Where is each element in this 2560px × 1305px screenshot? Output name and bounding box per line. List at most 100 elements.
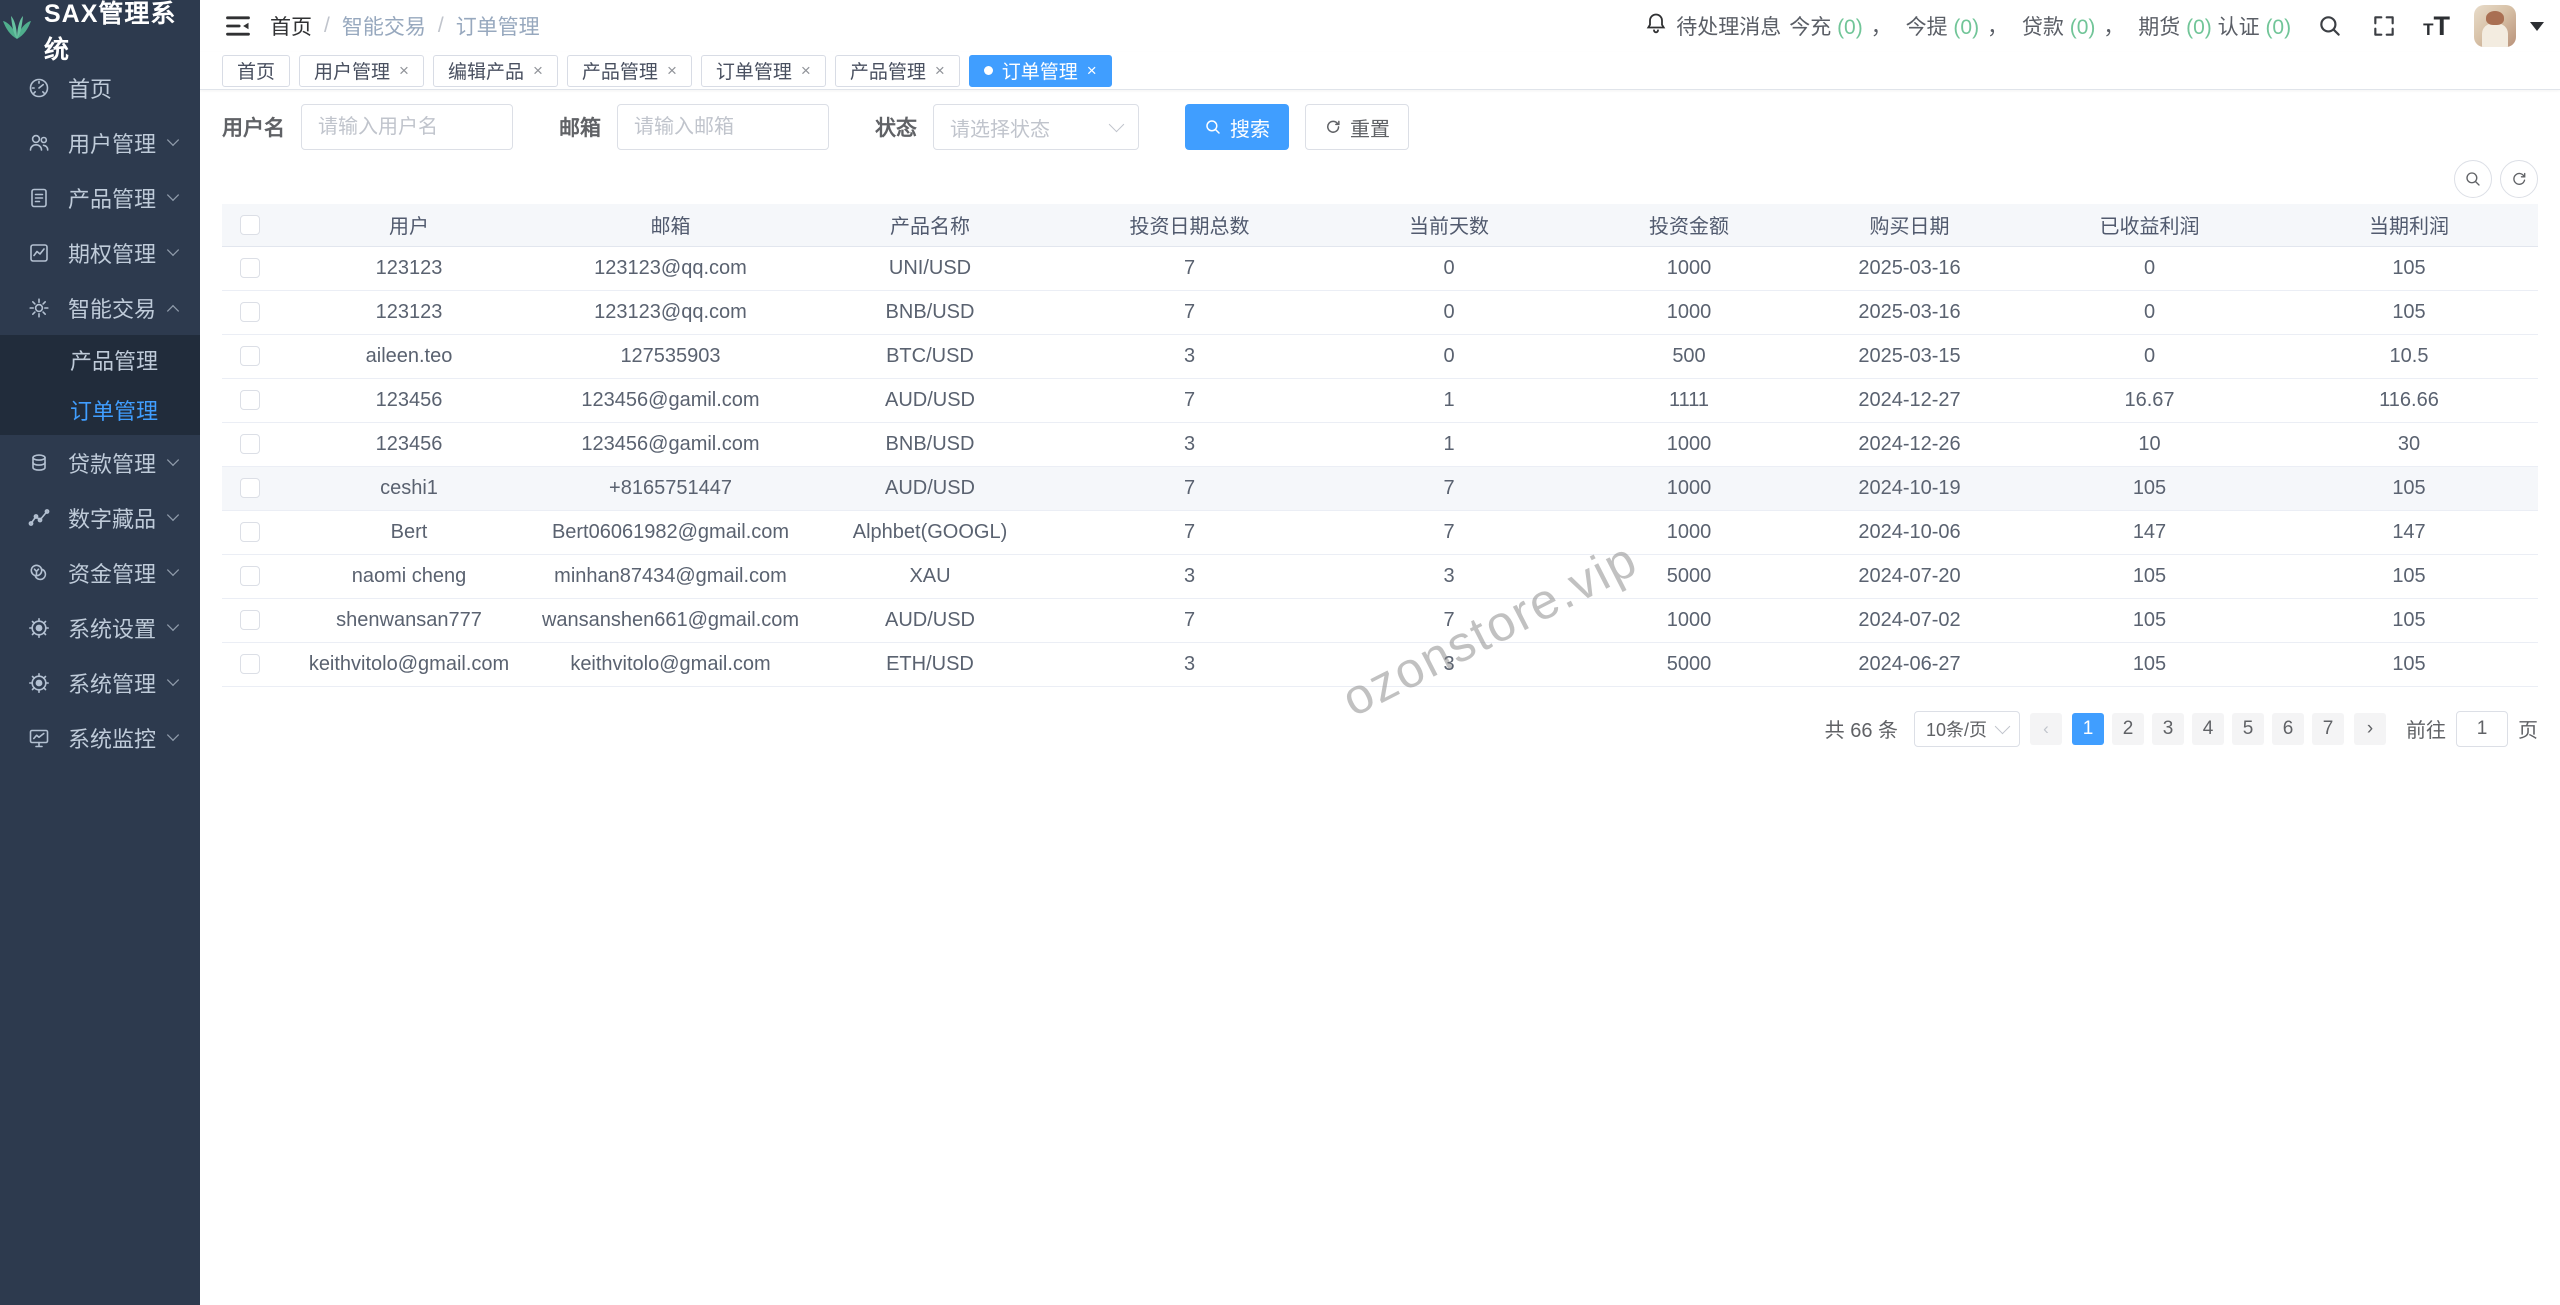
close-icon[interactable]: ×: [533, 62, 543, 79]
toggle-search-button[interactable]: [2454, 160, 2492, 198]
table-row[interactable]: naomi cheng minhan87434@gmail.com XAU 3 3 500…: [222, 554, 2538, 599]
row-checkbox[interactable]: [240, 346, 260, 367]
search-button[interactable]: 搜索: [1185, 104, 1289, 150]
table-row[interactable]: 123456 123456@gamil.com BNB/USD 3 1 1000 2024-…: [222, 422, 2538, 467]
page-button[interactable]: 4: [2192, 712, 2224, 745]
sidebar-item-products[interactable]: 产品管理: [0, 170, 200, 225]
table-row[interactable]: shenwansan777 wansanshen661@gmail.com AUD/…: [222, 598, 2538, 643]
next-page-button[interactable]: ›: [2354, 712, 2386, 745]
table-cell: 0: [2019, 334, 2280, 379]
row-checkbox[interactable]: [240, 302, 260, 323]
breadcrumb-home[interactable]: 首页: [270, 11, 312, 41]
page-button[interactable]: 3: [2152, 712, 2184, 745]
sidebar-item-home[interactable]: 首页: [0, 60, 200, 115]
table-row[interactable]: aileen.teo 127535903 BTC/USD 3 0 500 2025-03-1…: [222, 334, 2538, 379]
sidebar-item-monitor[interactable]: 系统监控: [0, 710, 200, 765]
counter-value: (0): [1837, 16, 1863, 39]
header-checkbox-cell: [222, 204, 278, 247]
counter-label: 今充: [1789, 16, 1838, 39]
sidebar-item-funds[interactable]: 资金管理: [0, 545, 200, 600]
table-cell: 0: [1320, 290, 1578, 335]
tab-order-manage-active[interactable]: 订单管理 ×: [968, 54, 1112, 87]
avatar[interactable]: [2474, 5, 2516, 47]
tab-edit-product[interactable]: 编辑产品 ×: [432, 54, 558, 87]
sidebar-item-settings[interactable]: 系统设置: [0, 600, 200, 655]
sidebar-item-loans[interactable]: 贷款管理: [0, 435, 200, 490]
close-icon[interactable]: ×: [801, 62, 811, 79]
table-cell: 5000: [1578, 554, 1800, 599]
pending-messages: 待处理消息 今充 (0) ， 今提 (0) ， 贷款 (0) ， 期货 (0) 认证 …: [1644, 11, 2291, 41]
row-checkbox[interactable]: [240, 566, 260, 587]
table-row[interactable]: 123456 123456@gamil.com AUD/USD 7 1 1111 2024-…: [222, 378, 2538, 423]
sidebar-item-smart-trade[interactable]: 智能交易: [0, 280, 200, 335]
table-cell: 123123@qq.com: [540, 290, 801, 335]
row-checkbox[interactable]: [240, 522, 260, 543]
sidebar-item-options[interactable]: 期权管理: [0, 225, 200, 280]
sidebar-fold-icon[interactable]: [222, 10, 254, 42]
sidebar-subitem-product-manage[interactable]: 产品管理: [0, 335, 200, 385]
sidebar-item-nft[interactable]: 数字藏品: [0, 490, 200, 545]
tab-product-manage-2[interactable]: 产品管理 ×: [834, 54, 960, 87]
close-icon[interactable]: ×: [399, 62, 409, 79]
close-icon[interactable]: ×: [667, 62, 677, 79]
goto-page-input[interactable]: [2456, 710, 2508, 747]
table-row[interactable]: 123123 123123@qq.com UNI/USD 7 0 1000 2025-03-…: [222, 246, 2538, 291]
font-size-icon[interactable]: TT: [2423, 11, 2450, 42]
refresh-table-button[interactable]: [2500, 160, 2538, 198]
row-checkbox[interactable]: [240, 434, 260, 455]
tab-home[interactable]: 首页: [222, 54, 291, 87]
page-button[interactable]: 7: [2312, 712, 2344, 745]
row-checkbox[interactable]: [240, 390, 260, 411]
page-size-select[interactable]: 10条/页: [1914, 710, 2020, 747]
chevron-down-icon: [166, 673, 180, 686]
row-checkbox[interactable]: [240, 258, 260, 279]
table-row[interactable]: 123123 123123@qq.com BNB/USD 7 0 1000 2025-03-…: [222, 290, 2538, 335]
row-checkbox[interactable]: [240, 478, 260, 499]
close-icon[interactable]: ×: [1087, 62, 1097, 79]
chevron-down-icon: [1108, 116, 1125, 133]
bell-icon[interactable]: [1644, 11, 1668, 41]
close-icon[interactable]: ×: [935, 62, 945, 79]
chevron-down-icon: [166, 188, 180, 201]
row-checkbox[interactable]: [240, 610, 260, 631]
table-row[interactable]: ceshi1 +8165751447 AUD/USD 7 7 1000 2024-10-19…: [222, 466, 2538, 511]
select-all-checkbox[interactable]: [240, 214, 260, 235]
sidebar-item-label: 数字藏品: [68, 506, 157, 532]
row-checkbox-cell: [222, 642, 278, 687]
table-cell: 3: [1059, 554, 1320, 599]
sidebar-subitem-order-manage[interactable]: 订单管理: [0, 385, 200, 435]
table-row[interactable]: Bert Bert06061982@gmail.com Alphbet(GOOGL)…: [222, 510, 2538, 555]
username-filter-group: 用户名: [222, 104, 513, 150]
page-button[interactable]: 2: [2112, 712, 2144, 745]
prev-page-button[interactable]: ‹: [2030, 712, 2062, 745]
status-select[interactable]: 请选择状态: [933, 104, 1139, 150]
column-header: 当前天数: [1320, 204, 1578, 247]
table-row[interactable]: keithvitolo@gmail.com keithvitolo@gmail.c…: [222, 642, 2538, 687]
tab-user-manage[interactable]: 用户管理 ×: [299, 54, 424, 87]
table-cell: XAU: [801, 554, 1059, 599]
smart-trade-submenu: 产品管理 订单管理: [0, 335, 200, 435]
page-button[interactable]: 1: [2072, 712, 2104, 745]
row-checkbox[interactable]: [240, 654, 260, 675]
tab-product-manage[interactable]: 产品管理 ×: [566, 54, 692, 87]
email-filter-group: 邮箱: [559, 104, 829, 150]
counter-separator: ，: [1987, 16, 2009, 39]
table-cell: shenwansan777: [278, 598, 540, 643]
chevron-down-icon: [1994, 718, 2011, 734]
sidebar-item-users[interactable]: 用户管理: [0, 115, 200, 170]
reset-button[interactable]: 重置: [1305, 104, 1409, 150]
fullscreen-icon[interactable]: [2369, 11, 2399, 41]
table-cell: 1: [1320, 422, 1578, 467]
username-input[interactable]: [301, 104, 513, 150]
email-input[interactable]: [617, 104, 829, 150]
page-button[interactable]: 5: [2232, 712, 2264, 745]
search-icon[interactable]: [2315, 11, 2345, 41]
tab-order-manage[interactable]: 订单管理 ×: [700, 54, 826, 87]
top-navbar: 首页 / 智能交易 / 订单管理 待处理消息 今充 (0) ， 今提 (0) ， 贷…: [200, 0, 2560, 52]
sidebar-item-label: 产品管理: [70, 349, 159, 374]
page-button[interactable]: 6: [2272, 712, 2304, 745]
avatar-caret-icon[interactable]: [2530, 21, 2544, 31]
counter-label: 贷款: [2016, 16, 2070, 39]
sidebar-item-system[interactable]: 系统管理: [0, 655, 200, 710]
counter-value: (0): [2186, 16, 2212, 39]
